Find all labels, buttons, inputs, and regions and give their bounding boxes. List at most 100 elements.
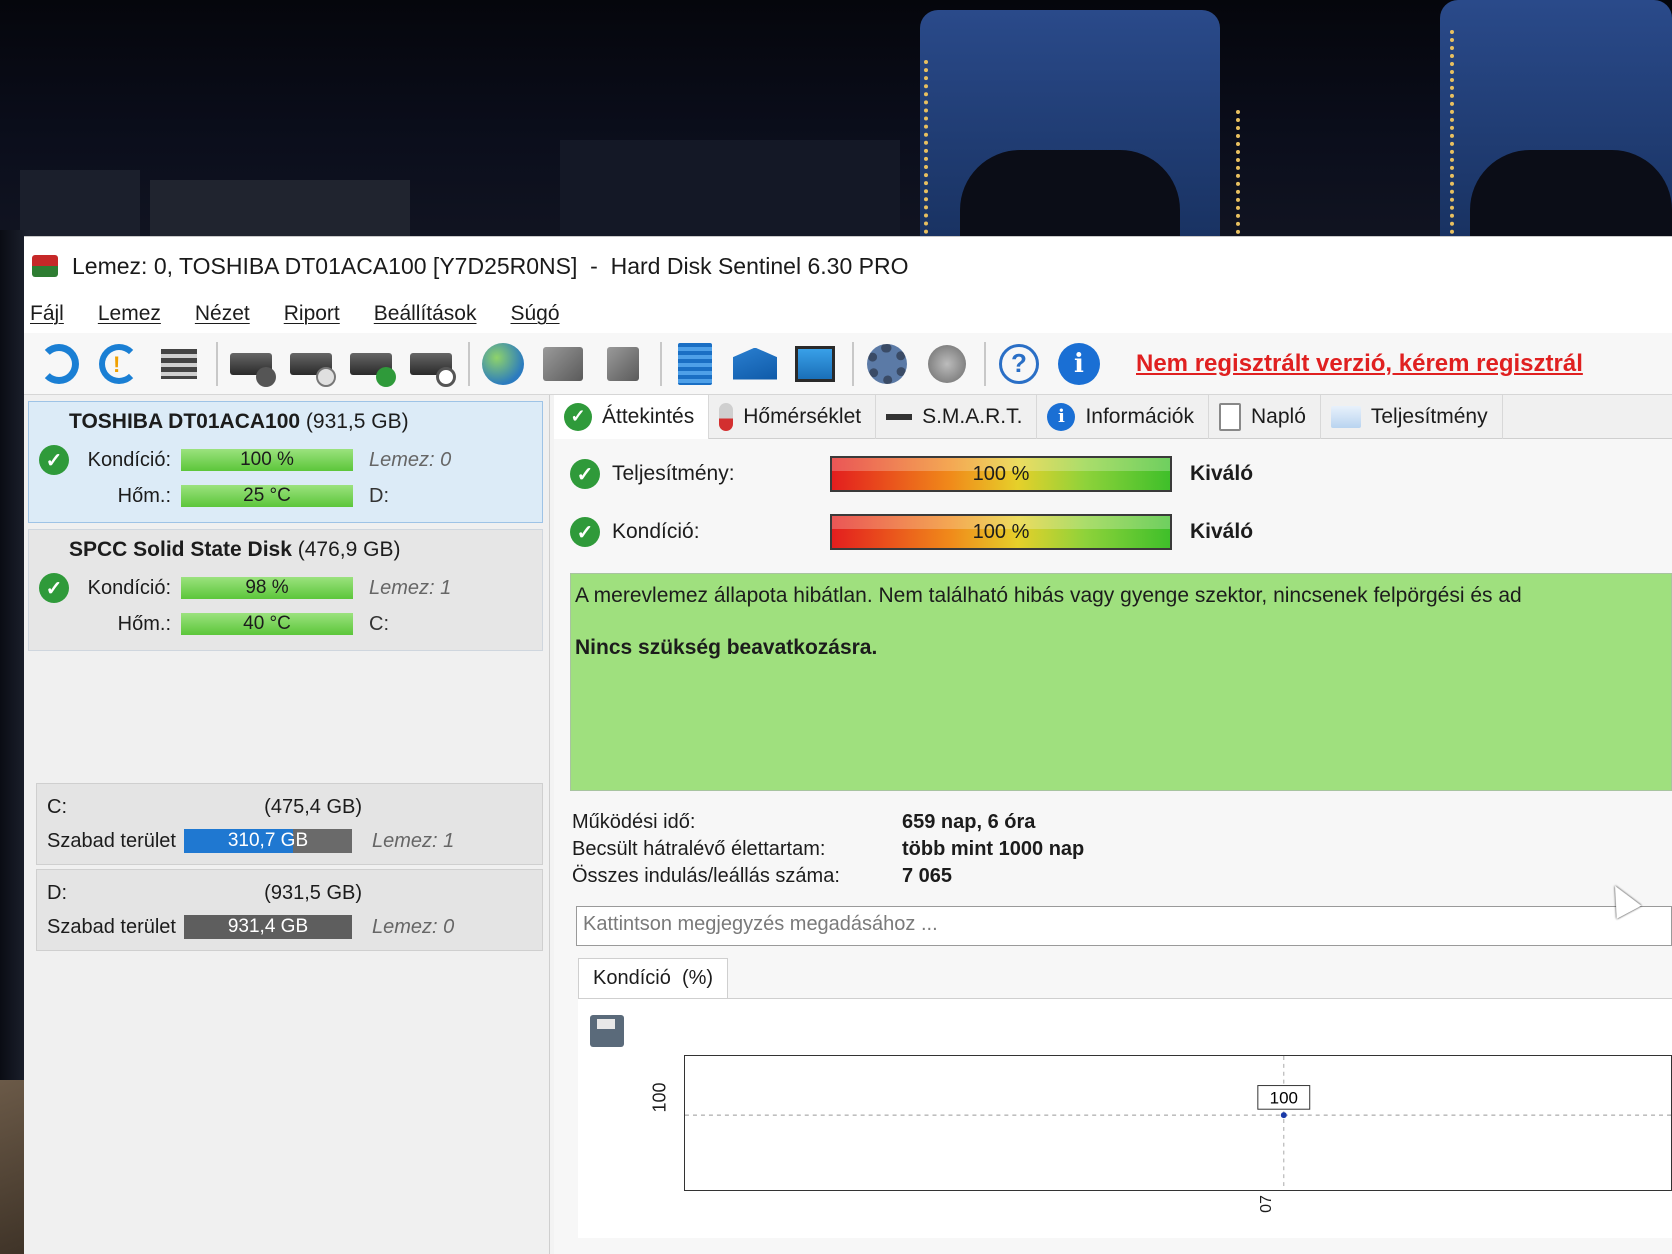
details-panel: ✓ Áttekintés Hőmérséklet S.M.A.R.T. i In… (554, 394, 1672, 1254)
data-label: 100 (1270, 1088, 1298, 1107)
volume-card-c[interactable]: C: (475,4 GB) Szabad terület 310,7 GB Le… (36, 783, 543, 865)
condition-chart: 100 100 07 (578, 998, 1672, 1238)
mail-button[interactable] (730, 339, 780, 389)
disk-name: TOSHIBA DT01ACA100 (69, 410, 301, 433)
temp-meter: 40 °C (181, 613, 353, 635)
disk-temp-row: Hőm.: 25 °C D: (39, 478, 532, 514)
ok-check-icon: ✓ (570, 517, 600, 547)
disk-title: TOSHIBA DT01ACA100 (931,5 GB) (39, 410, 532, 434)
volume-free-row: Szabad terület 310,7 GB Lemez: 1 (47, 824, 532, 858)
toolbar-separator (852, 341, 854, 386)
free-space-label: Szabad terület (47, 829, 176, 852)
condition-bar: 100 % (830, 514, 1172, 550)
menu-file[interactable]: Fájl (30, 302, 64, 326)
disk-search-button[interactable] (406, 339, 456, 389)
menu-settings[interactable]: Beállítások (374, 302, 477, 326)
tab-information[interactable]: i Információk (1037, 394, 1209, 439)
note-input[interactable]: Kattintson megjegyzés megadásához ... (576, 906, 1672, 946)
menu-view[interactable]: Nézet (195, 302, 250, 326)
window-title: Lemez: 0, TOSHIBA DT01ACA100 [Y7D25R0NS]… (72, 252, 909, 279)
free-space-bar: 931,4 GB (183, 915, 352, 939)
health-summary-box: A merevlemez állapota hibátlan. Nem talá… (570, 573, 1672, 791)
volume-card-d[interactable]: D: (931,5 GB) Szabad terület 931,4 GB Le… (36, 869, 543, 951)
menu-bar: Fájl Lemez Nézet Riport Beállítások Súgó (24, 295, 1672, 333)
thermometer-icon (719, 402, 734, 431)
globe-button[interactable] (478, 339, 528, 389)
usb-disk-button[interactable] (598, 339, 648, 389)
disk-schedule-button[interactable] (286, 339, 336, 389)
disk-test-button[interactable] (226, 339, 276, 389)
volume-letter: C: (47, 795, 67, 818)
help-button[interactable]: ? (994, 339, 1044, 389)
title-bar: Lemez: 0, TOSHIBA DT01ACA100 [Y7D25R0NS]… (24, 237, 1672, 295)
sound-button[interactable] (922, 339, 972, 389)
volume-size: (931,5 GB) (264, 881, 362, 904)
temp-label: Hőm.: (117, 612, 171, 635)
volume-disk-number: Lemez: 1 (371, 829, 455, 852)
settings-button[interactable] (862, 339, 912, 389)
ok-check-icon: ✓ (39, 573, 69, 603)
settings-gear-icon (867, 343, 907, 384)
menu-disk[interactable]: Lemez (98, 302, 161, 326)
refresh-icon (39, 343, 79, 384)
toolbar-separator (660, 341, 662, 386)
mail-icon (733, 347, 777, 380)
performance-chart-icon (1330, 405, 1361, 428)
usb-disk-icon (607, 346, 639, 381)
tab-bar: ✓ Áttekintés Hőmérséklet S.M.A.R.T. i In… (554, 394, 1672, 439)
y-tick-label: 100 (649, 1082, 670, 1113)
disk-schedule-icon (290, 352, 336, 387)
log-document-icon (1219, 402, 1241, 431)
power-on-time-label: Működési idő: (572, 811, 696, 833)
disk-ok-button[interactable] (346, 339, 396, 389)
background-photo (0, 0, 1672, 260)
report-button[interactable] (670, 339, 720, 389)
refresh-warning-icon (99, 343, 139, 384)
disk-number: Lemez: 1 (369, 576, 452, 599)
refresh-button[interactable] (34, 339, 84, 389)
disk-size: (476,9 GB) (297, 538, 401, 561)
start-stop-count-value: 7 065 (902, 865, 953, 887)
disk-condition-row: ✓ Kondíció: 100 % Lemez: 0 (39, 442, 532, 478)
tab-smart[interactable]: S.M.A.R.T. (876, 394, 1038, 439)
tab-performance[interactable]: Teljesítmény (1321, 394, 1503, 439)
app-window: Lemez: 0, TOSHIBA DT01ACA100 [Y7D25R0NS]… (24, 236, 1672, 1254)
condition-label: Kondíció: (87, 576, 171, 599)
disk-card-toshiba[interactable]: TOSHIBA DT01ACA100 (931,5 GB) ✓ Kondíció… (28, 401, 543, 523)
tab-temperature[interactable]: Hőmérséklet (709, 394, 877, 439)
disk-list-empty-space (24, 651, 549, 779)
sound-icon (928, 344, 966, 383)
disk-stats: Működési idő: 659 nap, 6 óra Becsült hát… (572, 809, 1672, 890)
performance-grade: Kiváló (1190, 462, 1254, 485)
disk-card-spcc[interactable]: SPCC Solid State Disk (476,9 GB) ✓ Kondí… (28, 529, 543, 651)
volume-size: (475,4 GB) (264, 795, 362, 818)
temp-meter: 25 °C (181, 485, 353, 507)
volume-disk-number: Lemez: 0 (371, 915, 455, 938)
disk-list-button[interactable] (154, 339, 204, 389)
stat-row: Becsült hátralévő élettartam: több mint … (572, 836, 1672, 863)
refresh-warning-button[interactable] (94, 339, 144, 389)
condition-meter: 98 % (181, 577, 353, 599)
disk-search-icon (410, 352, 456, 387)
info-icon: i (1047, 402, 1076, 431)
remaining-lifetime-value: több mint 1000 nap (902, 838, 1085, 860)
menu-report[interactable]: Riport (284, 302, 340, 326)
ok-check-icon: ✓ (564, 402, 592, 431)
menu-help[interactable]: Súgó (511, 302, 560, 326)
volume-free-row: Szabad terület 931,4 GB Lemez: 0 (47, 910, 532, 944)
computer-button[interactable] (790, 339, 840, 389)
performance-status-row: ✓ Teljesítmény: 100 % Kiváló (554, 445, 1672, 503)
condition-label: Kondíció: (612, 520, 700, 543)
register-link[interactable]: Nem regisztrált verzió, kérem regisztrál (1136, 350, 1583, 378)
tab-overview[interactable]: ✓ Áttekintés (554, 394, 710, 439)
network-button[interactable] (538, 339, 588, 389)
save-chart-icon[interactable] (590, 1015, 624, 1047)
free-space-value: 310,7 GB (227, 830, 309, 851)
tab-label: Napló (1251, 404, 1306, 428)
info-button[interactable]: i (1054, 339, 1104, 389)
tab-log[interactable]: Napló (1209, 394, 1321, 439)
computer-icon (795, 345, 835, 382)
network-icon (543, 346, 583, 381)
chart-tab-condition[interactable]: Kondíció (%) (578, 958, 729, 998)
